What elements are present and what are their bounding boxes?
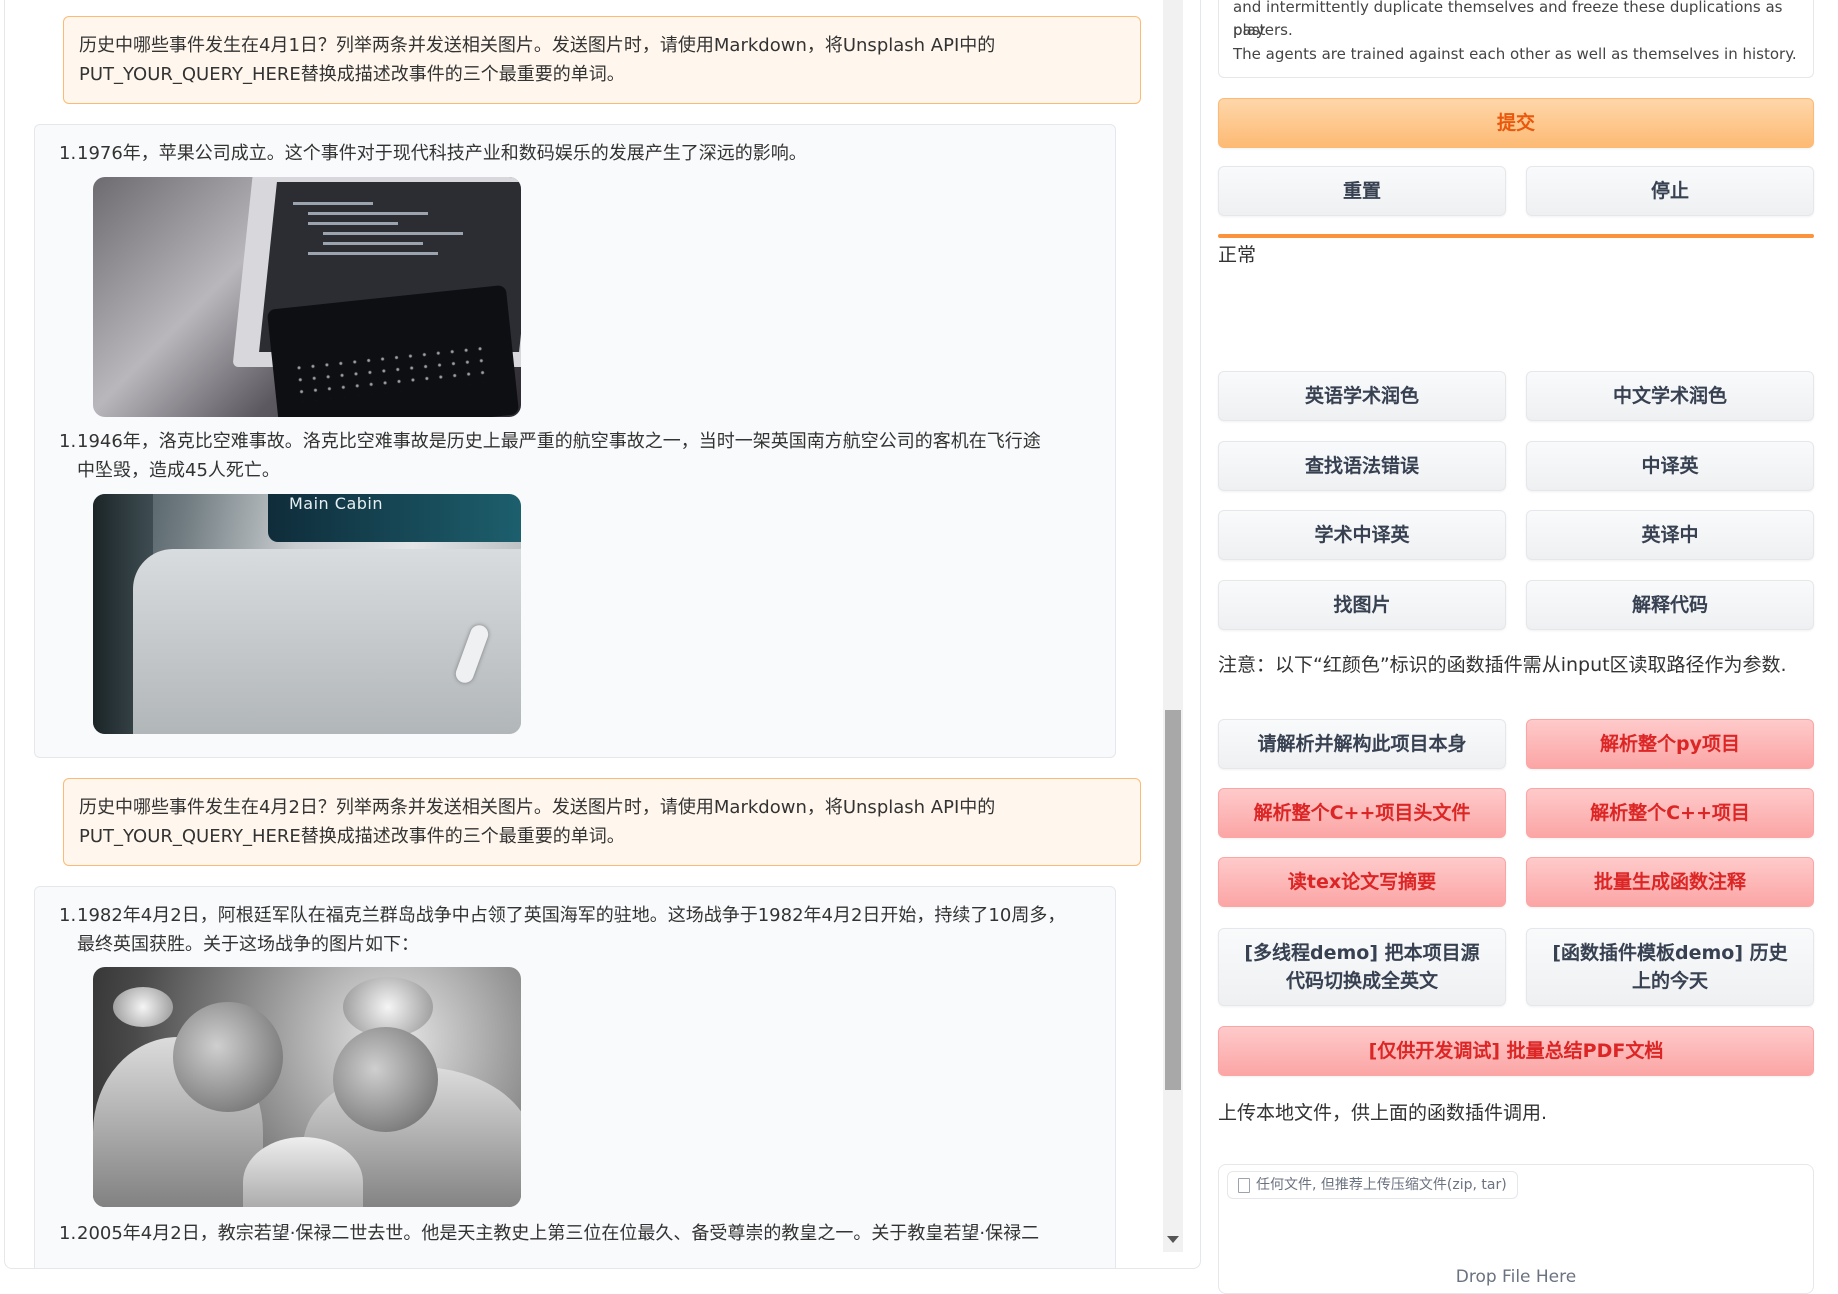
file-upload-dropzone[interactable]: 任何文件, 但推荐上传压缩文件(zip, tar) Drop File Here <box>1218 1164 1814 1294</box>
textbox-line: The agents are trained against each othe… <box>1233 45 1797 63</box>
status-progress-bar <box>1218 234 1814 238</box>
chat-history[interactable]: 历史中哪些事件发生在4月1日？列举两条并发送相关图片。发送图片时，请使用Mark… <box>5 0 1200 1268</box>
list-item: 1. 2005年4月2日，教宗若望·保禄二世去世。他是天主教史上第三位在位最久、… <box>59 1219 1091 1248</box>
list-number: 1. <box>59 143 77 164</box>
list-text: 1982年4月2日，阿根廷军队在福克兰群岛战争中占领了英国海军的驻地。这场战争于… <box>77 905 1066 926</box>
plugin-note: 注意：以下“红颜色”标识的函数插件需从input区读取路径作为参数. <box>1218 654 1787 676</box>
plugin-find-image-button[interactable]: 找图片 <box>1218 580 1506 630</box>
list-item: 1. 1946年，洛克比空难事故。洛克比空难事故是历史上最严重的航空事故之一，当… <box>59 427 1091 485</box>
bot-message: 1. 1976年，苹果公司成立。这个事件对于现代科技产业和数码娱乐的发展产生了深… <box>34 124 1116 758</box>
list-text: 最终英国获胜。关于这场战争的图片如下： <box>77 934 419 955</box>
status-text: 正常 <box>1218 244 1257 266</box>
airplane-cabin-photo: Main Cabin <box>93 494 521 734</box>
list-item: 1. 1976年，苹果公司成立。这个事件对于现代科技产业和数码娱乐的发展产生了深… <box>59 139 1091 168</box>
stop-button[interactable]: 停止 <box>1526 166 1814 216</box>
upload-label: 任何文件, 但推荐上传压缩文件(zip, tar) <box>1227 1171 1518 1199</box>
message-line: 历史中哪些事件发生在4月1日？列举两条并发送相关图片。发送图片时，请使用Mark… <box>79 35 996 56</box>
plugin-pdf-summary-button[interactable]: [仅供开发调试] 批量总结PDF文档 <box>1218 1026 1814 1076</box>
plugin-en-to-zh-button[interactable]: 英译中 <box>1526 510 1814 560</box>
list-text: 2005年4月2日，教宗若望·保禄二世去世。他是天主教史上第三位在位最久、备受尊… <box>77 1223 1040 1244</box>
list-text: 1976年，苹果公司成立。这个事件对于现代科技产业和数码娱乐的发展产生了深远的影… <box>77 143 807 164</box>
list-number: 1. <box>59 1223 77 1244</box>
message-line: PUT_YOUR_QUERY_HERE替换成描述改事件的三个最重要的单词。 <box>79 826 625 847</box>
user-message: 历史中哪些事件发生在4月1日？列举两条并发送相关图片。发送图片时，请使用Mark… <box>63 16 1141 104</box>
plugin-parse-py-button[interactable]: 解析整个py项目 <box>1526 719 1814 769</box>
upload-label-text: 任何文件, 但推荐上传压缩文件(zip, tar) <box>1256 1177 1507 1193</box>
textbox-line: players. <box>1233 21 1293 39</box>
plugin-grammar-check-button[interactable]: 查找语法错误 <box>1218 441 1506 491</box>
plugin-chinese-polish-button[interactable]: 中文学术润色 <box>1526 371 1814 421</box>
plugin-today-in-history-button[interactable]: [函数插件模板demo] 历史上的今天 <box>1526 928 1814 1006</box>
plugin-academic-zh-to-en-button[interactable]: 学术中译英 <box>1218 510 1506 560</box>
plugin-function-comments-button[interactable]: 批量生成函数注释 <box>1526 857 1814 907</box>
list-text: 1946年，洛克比空难事故。洛克比空难事故是历史上最严重的航空事故之一，当时一架… <box>77 431 1041 452</box>
list-item: 1. 1982年4月2日，阿根廷军队在福克兰群岛战争中占领了英国海军的驻地。这场… <box>59 901 1091 959</box>
user-message: 历史中哪些事件发生在4月2日？列举两条并发送相关图片。发送图片时，请使用Mark… <box>63 778 1141 866</box>
plugin-parse-cpp-button[interactable]: 解析整个C++项目 <box>1526 788 1814 838</box>
upload-note: 上传本地文件，供上面的函数插件调用. <box>1218 1102 1548 1124</box>
surgery-photo <box>93 967 521 1207</box>
scroll-down-arrow-icon[interactable] <box>1167 1236 1179 1243</box>
bot-message: 1. 1982年4月2日，阿根廷军队在福克兰群岛战争中占领了英国海军的驻地。这场… <box>34 886 1116 1268</box>
plugin-multithread-demo-button[interactable]: [多线程demo] 把本项目源代码切换成全英文 <box>1218 928 1506 1006</box>
plugin-explain-code-button[interactable]: 解释代码 <box>1526 580 1814 630</box>
message-line: 历史中哪些事件发生在4月2日？列举两条并发送相关图片。发送图片时，请使用Mark… <box>79 797 996 818</box>
input-textbox[interactable]: and intermittently duplicate themselves … <box>1218 0 1814 78</box>
message-line: PUT_YOUR_QUERY_HERE替换成描述改事件的三个最重要的单词。 <box>79 64 625 85</box>
plugin-tex-summary-button[interactable]: 读tex论文写摘要 <box>1218 857 1506 907</box>
chat-panel: 历史中哪些事件发生在4月1日？列举两条并发送相关图片。发送图片时，请使用Mark… <box>4 0 1201 1269</box>
drop-file-text: Drop File Here <box>1455 1267 1577 1287</box>
plugin-english-polish-button[interactable]: 英语学术润色 <box>1218 371 1506 421</box>
list-text: 中坠毁，造成45人死亡。 <box>77 460 280 481</box>
scrollbar-thumb[interactable] <box>1165 710 1181 1090</box>
list-number: 1. <box>59 431 77 452</box>
chat-scrollbar[interactable] <box>1163 0 1183 1252</box>
plugin-parse-cpp-header-button[interactable]: 解析整个C++项目头文件 <box>1218 788 1506 838</box>
plugin-parse-self-button[interactable]: 请解析并解构此项目本身 <box>1218 719 1506 769</box>
file-icon <box>1238 1178 1250 1193</box>
computer-photo <box>93 177 521 417</box>
submit-button[interactable]: 提交 <box>1218 98 1814 148</box>
cabin-sign-text: Main Cabin <box>289 494 383 513</box>
plugin-zh-to-en-button[interactable]: 中译英 <box>1526 441 1814 491</box>
reset-button[interactable]: 重置 <box>1218 166 1506 216</box>
list-number: 1. <box>59 905 77 926</box>
